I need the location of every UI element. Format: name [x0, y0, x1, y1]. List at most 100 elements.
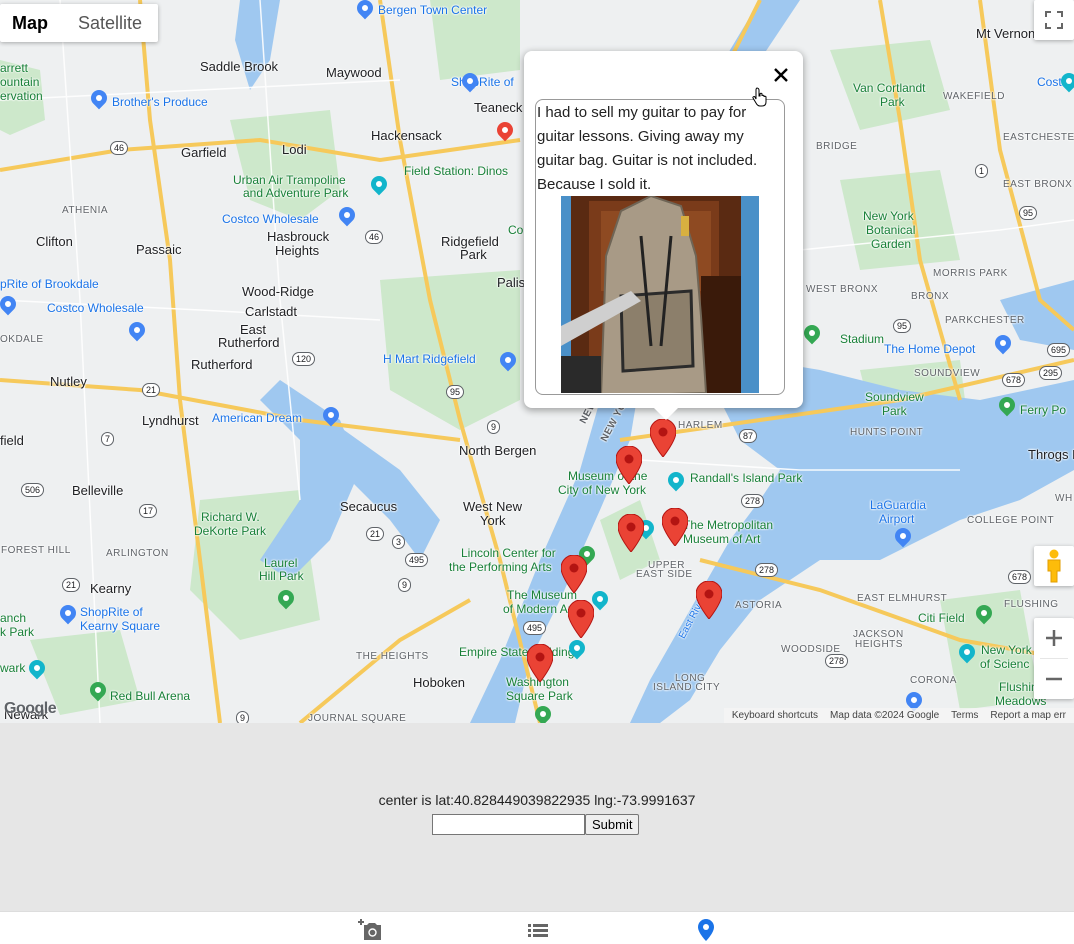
route-shield: 495 — [405, 553, 429, 567]
map-label: Van Cortlandt — [853, 81, 926, 95]
listing-marker-icon[interactable] — [568, 600, 594, 638]
map-label: and Adventure Park — [243, 186, 349, 200]
map-pin-icon — [698, 919, 714, 941]
map-label: Costco Wholesale — [47, 301, 144, 315]
map-label: Carlstadt — [245, 304, 298, 319]
route-shield: 7 — [101, 432, 115, 446]
map-label: Square Park — [506, 689, 573, 703]
nav-map-button[interactable] — [693, 918, 719, 942]
listing-marker-icon[interactable] — [696, 581, 722, 619]
map-label: arrett — [0, 61, 29, 75]
report-error-link[interactable]: Report a map err — [984, 710, 1072, 721]
map-label: Museum of Art — [683, 532, 761, 546]
route-shield: 46 — [365, 230, 384, 244]
map-label: EASTCHESTER — [1003, 132, 1074, 143]
route-shield: 95 — [1019, 206, 1038, 220]
map-label: Passaic — [136, 242, 182, 257]
map-attribution: Keyboard shortcuts Map data ©2024 Google… — [723, 708, 1074, 723]
map-label: ATHENIA — [62, 205, 109, 216]
minus-icon — [1046, 677, 1062, 681]
route-shield: 9 — [398, 578, 412, 592]
map-label: ShopRite of — [80, 605, 143, 619]
map-label: Lincoln Center for — [461, 546, 556, 560]
zoom-in-button[interactable] — [1034, 618, 1074, 658]
map-data-text: Map data ©2024 Google — [830, 710, 940, 721]
center-coordinates: center is lat:40.828449039822935 lng:-73… — [378, 792, 696, 808]
map-label: Nutley — [50, 374, 87, 389]
nav-add-photo-button[interactable] — [357, 918, 383, 942]
map-label: COLLEGE POINT — [967, 515, 1055, 526]
zoom-control — [1034, 618, 1074, 699]
map-label: BRONX — [911, 291, 950, 302]
listing-marker-icon[interactable] — [616, 446, 642, 484]
map-type-satellite-button[interactable]: Satellite — [62, 4, 158, 42]
map-label: Randall's Island Park — [690, 471, 803, 485]
map-label: Clifton — [36, 234, 73, 249]
listing-marker-icon[interactable] — [650, 419, 676, 457]
listing-marker-icon[interactable] — [662, 508, 688, 546]
map-label: New York — [981, 643, 1032, 657]
info-window-close-button[interactable] — [769, 63, 793, 87]
add-photo-icon — [358, 919, 381, 940]
map-label: OKDALE — [0, 334, 44, 345]
zoom-out-button[interactable] — [1034, 659, 1074, 699]
map-label: ervation — [0, 89, 43, 103]
fullscreen-button[interactable] — [1034, 0, 1074, 40]
map-label: Airport — [879, 512, 915, 526]
map-label: York — [480, 513, 506, 528]
listing-photo — [561, 196, 759, 393]
route-shield: 9 — [487, 420, 501, 434]
keyboard-shortcuts-link[interactable]: Keyboard shortcuts — [726, 710, 824, 721]
route-shield: 278 — [741, 494, 765, 508]
map-label: North Bergen — [459, 443, 537, 458]
map-label: ARLINGTON — [106, 548, 169, 559]
street-view-button[interactable] — [1034, 546, 1074, 586]
map-label: Brother's Produce — [112, 95, 208, 109]
map-type-control: Map Satellite — [0, 4, 159, 42]
map-label: Lyndhurst — [142, 413, 199, 428]
map-label: ASTORIA — [735, 600, 783, 611]
listing-marker-icon[interactable] — [527, 644, 553, 682]
listing-marker-icon[interactable] — [561, 555, 587, 593]
map-label: k Park — [0, 625, 35, 639]
map-label: Hoboken — [413, 675, 466, 690]
route-shield: 1 — [975, 164, 989, 178]
map-label: WAKEFIELD — [943, 91, 1005, 102]
map-label: The Home Depot — [884, 342, 976, 356]
map-label: Saddle Brook — [200, 59, 279, 74]
list-icon — [528, 924, 548, 937]
submit-button[interactable]: Submit — [585, 814, 640, 835]
map-label: ountain — [0, 75, 40, 89]
pegman-icon — [1047, 549, 1061, 583]
route-shield: 21 — [62, 578, 81, 592]
nav-list-button[interactable] — [525, 918, 551, 942]
map-label: Park — [880, 95, 905, 109]
map-label: Heights — [275, 243, 320, 258]
map-label: Hill Park — [259, 569, 304, 583]
map-label: Mt Vernon — [976, 26, 1036, 41]
map-label: Richard W. — [201, 510, 260, 524]
fullscreen-icon — [1045, 11, 1063, 29]
map-label: wark — [0, 661, 26, 675]
route-shield: 695 — [1047, 343, 1071, 357]
route-shield: 278 — [755, 563, 779, 577]
listing-marker-icon[interactable] — [618, 514, 644, 552]
bottom-nav — [0, 911, 1074, 944]
map-label: Soundview — [865, 390, 924, 404]
map-label: EAST SIDE — [636, 569, 693, 580]
map-label: of Scienc — [980, 657, 1030, 671]
map-label: Hasbrouck — [267, 229, 330, 244]
map-label: PARKCHESTER — [945, 315, 1025, 326]
map-label: FLUSHING — [1004, 599, 1059, 610]
map-label: field — [0, 433, 24, 448]
terms-link[interactable]: Terms — [945, 710, 984, 721]
route-shield: 95 — [446, 385, 465, 399]
route-shield: 506 — [21, 483, 45, 497]
location-input[interactable] — [432, 814, 585, 835]
map-label: CORONA — [910, 675, 957, 686]
map-type-map-button[interactable]: Map — [0, 4, 62, 42]
map-label: Rutherford — [218, 335, 280, 350]
map-label: Park — [460, 247, 487, 262]
map[interactable]: Bergen Town Center Mt Vernon Saddle Broo… — [0, 0, 1074, 723]
map-label: Belleville — [72, 483, 124, 498]
